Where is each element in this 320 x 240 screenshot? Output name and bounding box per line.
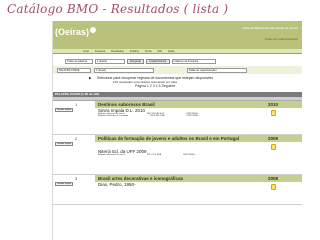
nav-item[interactable]: Pesquisa — [95, 50, 105, 53]
record-title[interactable]: Brasil artes decorativas e iconográficas — [98, 176, 183, 181]
nav-item[interactable]: Conta — [145, 50, 152, 53]
nav-item[interactable]: Início — [83, 50, 89, 53]
banner-title: Rede de Bibliotecas Municipais de Oeiras — [242, 26, 298, 30]
holding-status: DISPONÍVEL — [186, 115, 199, 117]
book-icon[interactable] — [271, 110, 276, 116]
record-year: 2009 — [267, 135, 278, 141]
site-banner: (Oeiras) Rede de Bibliotecas Municipais … — [53, 21, 302, 49]
book-icon[interactable] — [271, 144, 276, 150]
save-record-button[interactable]: Guardar registo — [55, 142, 73, 146]
site-logo[interactable]: (Oeiras) — [55, 27, 97, 37]
search-button[interactable]: Pesquisar — [127, 59, 145, 64]
save-record-button[interactable]: Guardar registo — [55, 182, 73, 186]
nav-item[interactable]: Resultados — [111, 50, 124, 53]
pagination: Página 1 2 3 4 5 Seguinte — [53, 84, 302, 88]
holding-library: Biblioteca Municipal de Oeiras — [98, 154, 125, 156]
refine-bar: PALAVRA-CHAVE ir (brasil) Todas as Lojas… — [53, 66, 302, 74]
record-year: 2010 — [267, 101, 278, 107]
nav-item[interactable]: Ajuda — [168, 50, 174, 53]
keyword-input[interactable]: ir (brasil) — [94, 67, 154, 73]
holding-call-number: 374.7 POL BRA — [146, 154, 162, 156]
book-icon[interactable] — [271, 184, 276, 190]
location-select[interactable]: Todas as Lojas/Coleções — [187, 67, 247, 73]
index-select[interactable]: Todas as palavras — [65, 59, 93, 64]
search-input[interactable]: ir (brasil) — [95, 59, 125, 64]
record-title[interactable]: Políticas de formação de jovens e adulto… — [98, 136, 239, 141]
search-bar: Todas as palavras ir (brasil) Pesquisar … — [53, 57, 302, 66]
holding-call-number: 980.8 REC BRA — [150, 115, 165, 117]
record-number: 3 — [75, 176, 78, 181]
holdings-table: Biblioteca Municipal de Oeiras 374.7 POL… — [95, 154, 302, 156]
message-text: Selecione para recuperar registos de doc… — [97, 76, 213, 80]
logo-text: (Oeiras) — [55, 27, 90, 37]
holding-library: Biblioteca Municipal de Carnaxide — [98, 115, 129, 117]
result-record: 2 Guardar registo Políticas de formação … — [53, 135, 302, 175]
record-number: 1 — [75, 102, 78, 107]
record-header: Destinos saborosos Brasil 2010 — [95, 101, 302, 108]
arrow-right-icon: ▶ — [89, 76, 92, 80]
scope-select[interactable]: Imitamos da Pesquisa — [171, 59, 216, 64]
record-title[interactable]: Destinos saborosos Brasil — [98, 102, 155, 107]
save-record-button[interactable]: Guardar registo — [55, 108, 73, 112]
holding-status: DISPONÍVEL — [183, 154, 196, 156]
nav-item[interactable]: Sair — [158, 50, 162, 53]
catalog-screenshot: (Oeiras) Rede de Bibliotecas Municipais … — [52, 21, 302, 240]
page-links[interactable]: 1 2 3 4 5 Seguinte — [147, 84, 175, 88]
holding-row: Biblioteca Municipal de Oeiras 374.7 POL… — [98, 154, 302, 156]
record-header: Políticas de formação de jovens e adulto… — [95, 135, 302, 142]
results-message: ▶ Selecione para recuperar registos de d… — [53, 76, 302, 80]
banner-subtitle: Todas as Lojas/Coleções — [264, 37, 298, 41]
limit-sort-button[interactable]: Limitar/Ordenar — [146, 59, 170, 64]
slide-title: Catálogo BMO - Resultados ( lista ) — [7, 2, 229, 16]
main-nav: Início Pesquisa Resultados Pedidos Conta… — [53, 49, 302, 54]
result-record: 1 Guardar registo Destinos saborosos Bra… — [53, 101, 302, 135]
nav-item[interactable]: Pedidos — [130, 50, 139, 53]
record-number: 2 — [75, 136, 78, 141]
pager-label: Página — [135, 84, 146, 88]
result-record: 3 Guardar registo Brasil artes decorativ… — [53, 175, 302, 205]
keyword-select[interactable]: PALAVRA-CHAVE — [57, 67, 91, 73]
record-header: Brasil artes decorativas e iconográficas… — [95, 175, 302, 182]
logo-circle-icon — [90, 27, 97, 33]
record-year: 2008 — [267, 175, 278, 181]
